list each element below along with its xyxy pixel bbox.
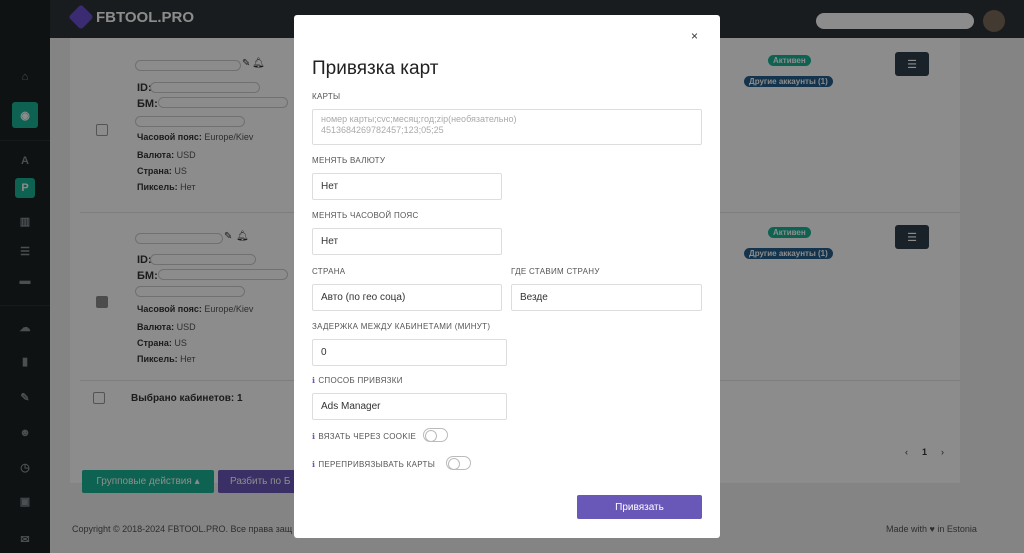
rebind-toggle[interactable] — [446, 456, 471, 470]
currency-select[interactable]: Нет — [312, 173, 502, 200]
rebind-label-row: ℹ ПЕРЕПРИВЯЗЫВАТЬ КАРТЫ — [312, 460, 435, 469]
where-label: ГДЕ СТАВИМ СТРАНУ — [511, 267, 600, 276]
close-icon[interactable]: × — [691, 29, 698, 43]
timezone-label: МЕНЯТЬ ЧАСОВОЙ ПОЯС — [312, 211, 419, 220]
cards-textarea[interactable]: номер карты;cvc;месяц;год;zip(необязател… — [312, 109, 702, 145]
method-label: СПОСОБ ПРИВЯЗКИ — [318, 376, 403, 385]
delay-label: ЗАДЕРЖКА МЕЖДУ КАБИНЕТАМИ (МИНУТ) — [312, 322, 491, 331]
cookie-toggle[interactable] — [423, 428, 448, 442]
where-select[interactable]: Везде — [511, 284, 702, 311]
country-select[interactable]: Авто (по гео соца) — [312, 284, 502, 311]
info-icon: ℹ — [312, 460, 316, 469]
rebind-label: ПЕРЕПРИВЯЗЫВАТЬ КАРТЫ — [318, 460, 436, 469]
cookie-label-row: ℹ ВЯЗАТЬ ЧЕРЕЗ COOKIE — [312, 432, 416, 441]
info-icon: ℹ — [312, 376, 316, 385]
delay-input[interactable]: 0 — [312, 339, 507, 366]
info-icon: ℹ — [312, 432, 316, 441]
bind-submit-button[interactable]: Привязать — [577, 495, 702, 519]
method-label-row: ℹ СПОСОБ ПРИВЯЗКИ — [312, 376, 403, 385]
cards-label: КАРТЫ — [312, 92, 341, 101]
method-select[interactable]: Ads Manager — [312, 393, 507, 420]
country-label: СТРАНА — [312, 267, 346, 276]
timezone-select[interactable]: Нет — [312, 228, 502, 255]
card-binding-modal: × Привязка карт КАРТЫ номер карты;cvc;ме… — [294, 15, 720, 538]
currency-label: МЕНЯТЬ ВАЛЮТУ — [312, 156, 386, 165]
cookie-label: ВЯЗАТЬ ЧЕРЕЗ COOKIE — [318, 432, 417, 441]
modal-title: Привязка карт — [312, 58, 439, 79]
